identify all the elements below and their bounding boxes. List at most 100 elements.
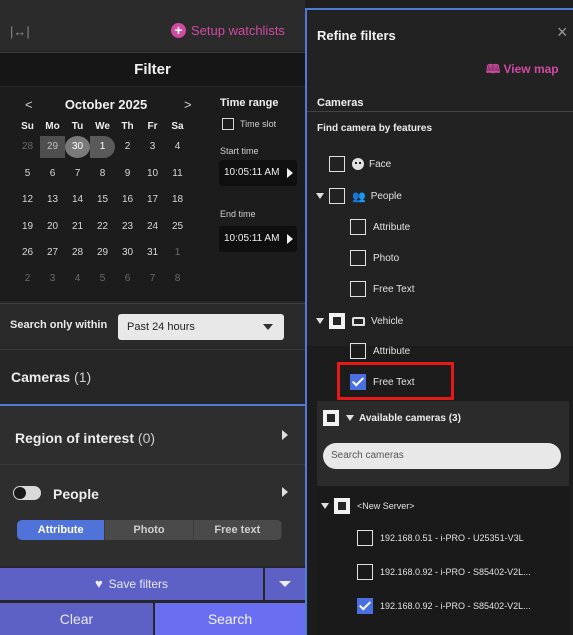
vehicle-attribute-checkbox[interactable] <box>350 343 366 359</box>
calendar-day[interactable]: 15 <box>90 189 115 211</box>
expand-arrow-icon[interactable] <box>321 503 329 509</box>
calendar-day[interactable]: 16 <box>115 189 140 211</box>
available-cameras-checkbox[interactable] <box>323 410 339 426</box>
option-people-photo[interactable]: Photo <box>350 250 399 266</box>
calendar-day[interactable]: 17 <box>140 189 165 211</box>
server-label: <New Server> <box>357 501 415 511</box>
time-slot-option[interactable]: Time slot <box>222 118 276 130</box>
calendar-day[interactable]: 8 <box>90 163 115 185</box>
time-slot-checkbox[interactable] <box>222 118 234 130</box>
tab-photo[interactable]: Photo <box>105 520 194 540</box>
calendar-day[interactable]: 30 <box>115 242 140 264</box>
clear-button[interactable]: Clear <box>0 603 153 635</box>
camera-search-input[interactable]: Search cameras <box>323 443 561 469</box>
calendar-day[interactable]: 11 <box>165 163 190 185</box>
camera-name: 192.168.0.51 - i-PRO - U25351-V3L <box>380 533 524 543</box>
camera-checkbox[interactable] <box>357 564 373 580</box>
view-map-button[interactable]: 🕮 View map <box>486 60 559 81</box>
tab-free-text[interactable]: Free text <box>194 520 282 540</box>
search-button[interactable]: Search <box>155 603 305 635</box>
chevron-right-icon[interactable] <box>282 487 288 497</box>
tab-attribute[interactable]: Attribute <box>17 520 106 540</box>
server-row[interactable]: <New Server> <box>321 498 415 514</box>
camera-row[interactable]: 192.168.0.92 - i-PRO - S85402-V2L... <box>357 598 531 614</box>
camera-row[interactable]: 192.168.0.92 - i-PRO - S85402-V2L... <box>357 564 531 580</box>
calendar-day[interactable]: 9 <box>115 163 140 185</box>
calendar-day[interactable]: 7 <box>140 268 165 290</box>
calendar-day[interactable]: 8 <box>165 268 190 290</box>
chevron-right-icon[interactable] <box>282 430 288 440</box>
calendar-day[interactable]: 22 <box>90 216 115 238</box>
calendar-day[interactable]: 29 <box>90 242 115 264</box>
calendar-day[interactable]: 24 <box>140 216 165 238</box>
calendar-day[interactable]: 1 <box>165 242 190 264</box>
calendar-day[interactable]: 26 <box>15 242 40 264</box>
people-checkbox[interactable] <box>329 188 345 204</box>
calendar-day[interactable]: 13 <box>40 189 65 211</box>
calendar-day[interactable]: 12 <box>15 189 40 211</box>
expand-icon[interactable]: |↔| <box>10 24 30 39</box>
camera-checkbox[interactable] <box>357 530 373 546</box>
calendar-day[interactable]: 14 <box>65 189 90 211</box>
option-people-attribute[interactable]: Attribute <box>350 219 410 235</box>
expand-arrow-icon[interactable] <box>316 193 324 199</box>
calendar-day[interactable]: 7 <box>65 163 90 185</box>
calendar-day[interactable]: 29 <box>40 136 65 158</box>
save-filters-button[interactable]: ♥ Save filters <box>0 568 263 600</box>
cameras-section[interactable]: Cameras (1) <box>0 349 305 404</box>
region-of-interest-section[interactable]: Region of interest (0) <box>0 404 305 464</box>
weekday: We <box>95 121 110 132</box>
save-filters-dropdown[interactable] <box>265 568 305 600</box>
calendar-day[interactable]: 20 <box>40 216 65 238</box>
camera-checkbox[interactable] <box>357 598 373 614</box>
people-photo-checkbox[interactable] <box>350 250 366 266</box>
vehicle-checkbox[interactable] <box>329 313 345 329</box>
calendar-day[interactable]: 10 <box>140 163 165 185</box>
camera-row[interactable]: 192.168.0.51 - i-PRO - U25351-V3L <box>357 530 524 546</box>
setup-watchlists-button[interactable]: + Setup watchlists <box>171 23 285 38</box>
calendar-day[interactable]: 3 <box>140 136 165 158</box>
search-within-select[interactable]: Past 24 hours <box>118 314 284 340</box>
calendar-day[interactable]: 28 <box>15 136 40 158</box>
calendar-day[interactable]: 1 <box>90 136 115 158</box>
calendar-day[interactable]: 4 <box>65 268 90 290</box>
close-icon[interactable]: × <box>557 22 568 43</box>
calendar-day[interactable]: 30 <box>65 136 90 158</box>
expand-arrow-icon[interactable] <box>346 415 354 421</box>
face-checkbox[interactable] <box>329 156 345 172</box>
calendar-day[interactable]: 25 <box>165 216 190 238</box>
end-time-field[interactable]: 10:05:11 AM <box>219 226 297 252</box>
calendar-day[interactable]: 5 <box>90 268 115 290</box>
available-cameras-header[interactable]: Available cameras (3) <box>323 410 461 426</box>
start-time-field[interactable]: 10:05:11 AM <box>219 160 297 186</box>
calendar-day[interactable]: 18 <box>165 189 190 211</box>
calendar-day[interactable]: 3 <box>40 268 65 290</box>
calendar-day[interactable]: 27 <box>40 242 65 264</box>
calendar-day[interactable]: 4 <box>165 136 190 158</box>
option-face[interactable]: Face <box>329 156 391 172</box>
calendar-day[interactable]: 5 <box>15 163 40 185</box>
option-vehicle[interactable]: Vehicle <box>316 313 403 329</box>
calendar-day[interactable]: 2 <box>15 268 40 290</box>
calendar-day[interactable]: 21 <box>65 216 90 238</box>
people-free-text-checkbox[interactable] <box>350 281 366 297</box>
calendar-day[interactable]: 31 <box>140 242 165 264</box>
server-checkbox[interactable] <box>334 498 350 514</box>
calendar-day[interactable]: 2 <box>115 136 140 158</box>
calendar-day[interactable]: 28 <box>65 242 90 264</box>
option-vehicle-attribute[interactable]: Attribute <box>350 343 410 359</box>
calendar-day[interactable]: 6 <box>115 268 140 290</box>
calendar-day[interactable]: 19 <box>15 216 40 238</box>
people-toggle[interactable] <box>13 486 41 500</box>
people-attribute-checkbox[interactable] <box>350 219 366 235</box>
people-free-text-label: Free Text <box>373 283 415 295</box>
vehicle-attribute-label: Attribute <box>373 345 411 357</box>
expand-arrow-icon[interactable] <box>316 318 324 324</box>
next-month-button[interactable]: > <box>184 97 192 112</box>
option-vehicle-free-text[interactable]: Free Text <box>350 374 415 390</box>
calendar-day[interactable]: 23 <box>115 216 140 238</box>
option-people-free-text[interactable]: Free Text <box>350 281 415 297</box>
option-people[interactable]: 👥 People <box>316 188 402 204</box>
vehicle-free-text-checkbox[interactable] <box>350 374 366 390</box>
calendar-day[interactable]: 6 <box>40 163 65 185</box>
